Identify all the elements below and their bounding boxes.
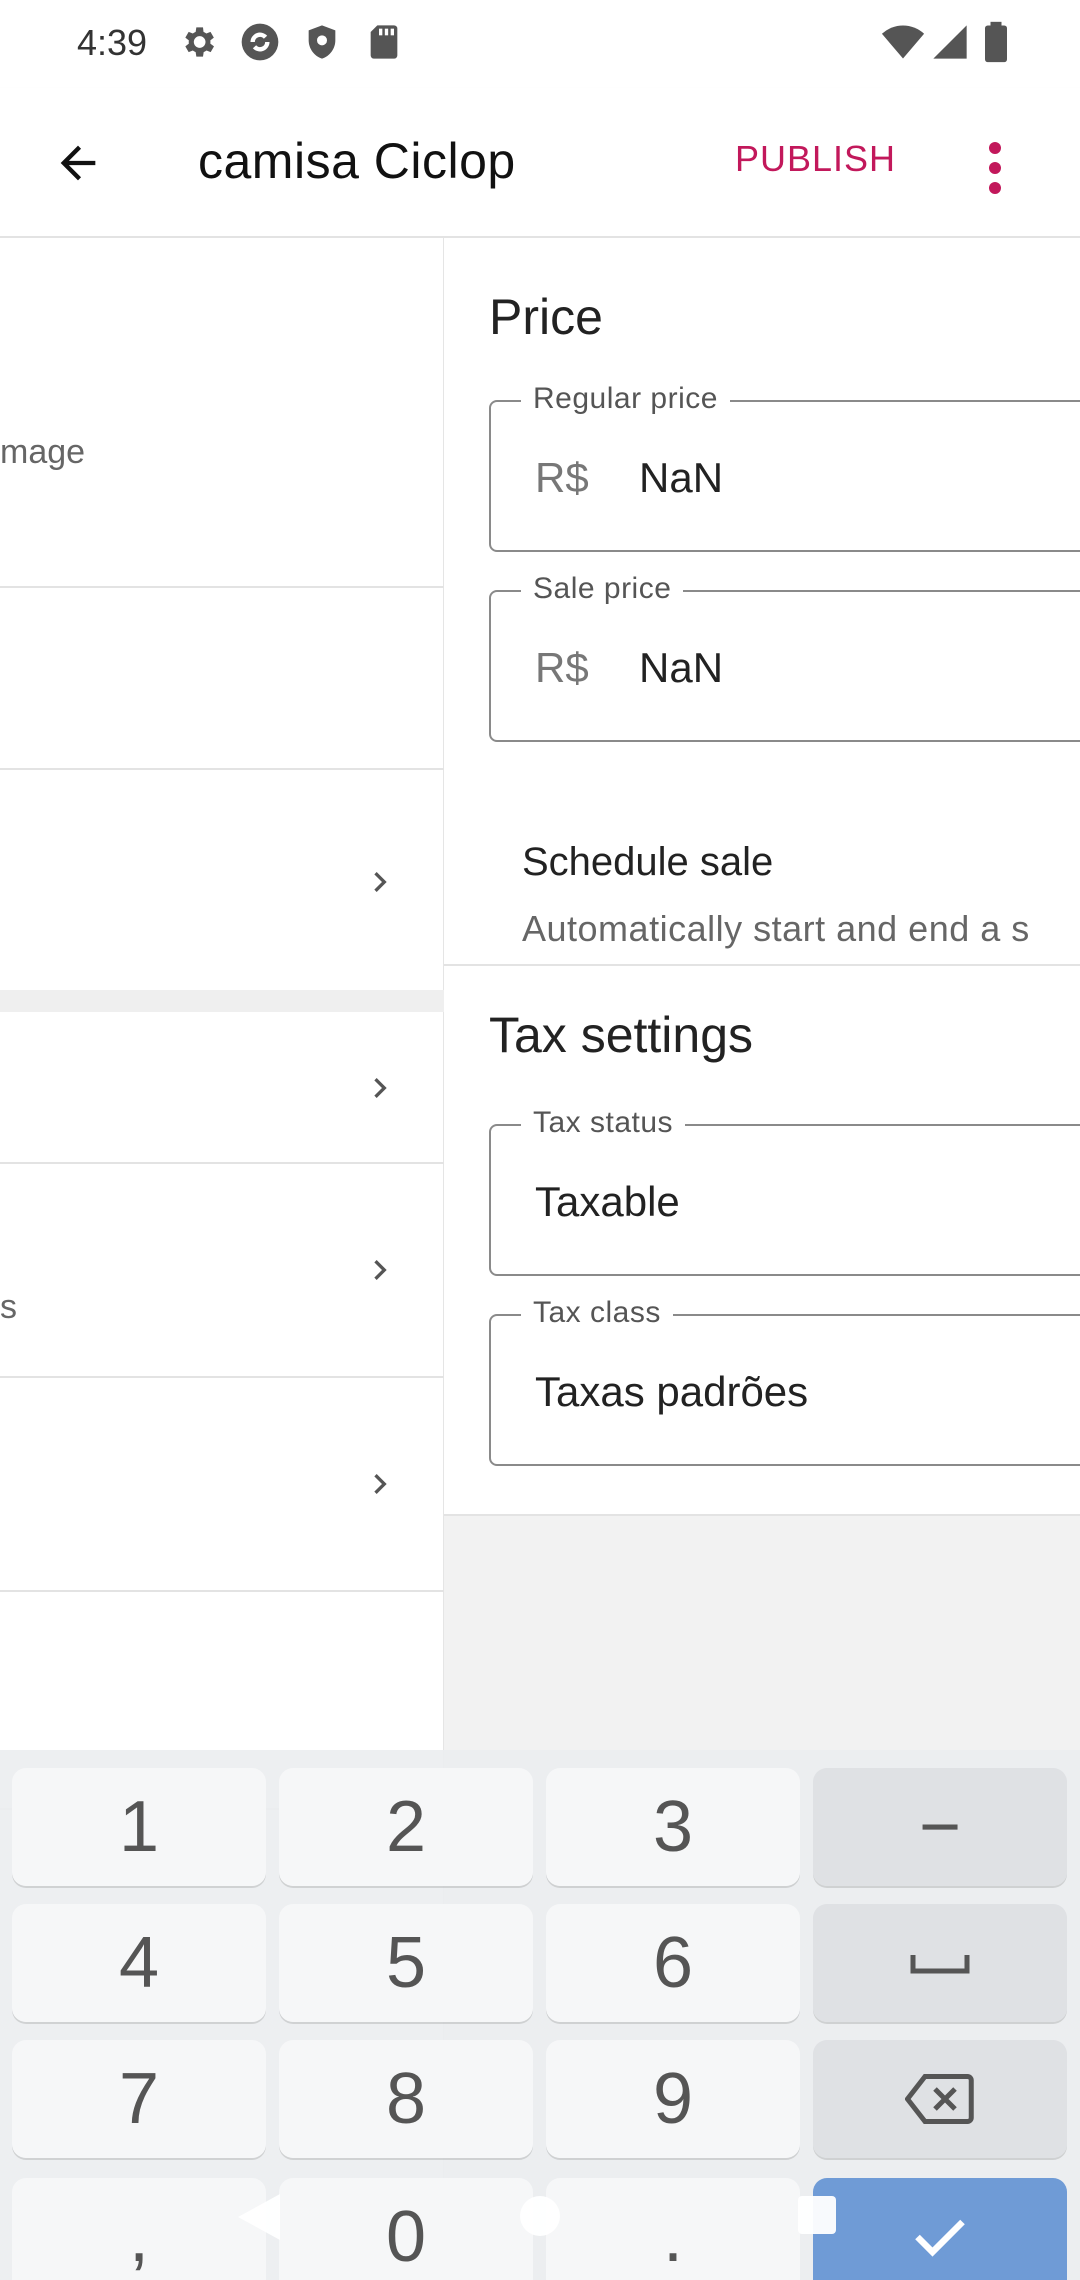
key-7[interactable]: 7 <box>12 2040 266 2158</box>
key-comma[interactable]: , <box>12 2178 266 2280</box>
cellular-icon <box>930 20 970 64</box>
tax-status-label: Tax status <box>521 1106 686 1140</box>
regular-price-input[interactable]: NaN <box>639 454 723 502</box>
key-9[interactable]: 9 <box>546 2040 800 2158</box>
chevron-right-icon <box>374 872 387 892</box>
schedule-sale-subtitle: Automatically start and end a s <box>522 908 1030 949</box>
key-done[interactable] <box>813 2178 1067 2280</box>
product-image-label: mage <box>0 433 86 471</box>
sale-price-input[interactable]: NaN <box>639 644 723 692</box>
page-title: camisa Ciclop <box>198 133 516 189</box>
tax-class-label: Tax class <box>521 1296 673 1330</box>
key-period[interactable]: . <box>546 2178 800 2280</box>
more-vert-icon <box>989 142 1001 154</box>
wifi-icon <box>880 20 926 64</box>
product-image-row[interactable]: mage <box>0 238 444 588</box>
sale-price-prefix: R$ <box>535 644 589 691</box>
nav-recents-icon[interactable] <box>796 2194 838 2236</box>
key-space[interactable] <box>813 1904 1067 2022</box>
chevron-right-icon <box>374 1474 387 1494</box>
arrow-back-icon <box>60 145 96 181</box>
price-card: Price Regular price R$ NaN Sale price R$… <box>444 238 1080 966</box>
status-bar: 4:39 <box>0 0 1080 88</box>
key-8[interactable]: 8 <box>279 2040 533 2158</box>
nav-back-icon[interactable] <box>236 2192 282 2242</box>
schedule-sale-toggle[interactable]: Schedule sale Automatically start and en… <box>444 778 1080 966</box>
tax-class-field[interactable]: Tax class Taxas padrões <box>489 1296 1080 1466</box>
key-2[interactable]: 2 <box>279 1768 533 1886</box>
categories-row[interactable] <box>0 1378 444 1592</box>
more-options-button[interactable] <box>960 128 1030 208</box>
schedule-sale-title: Schedule sale <box>522 840 774 884</box>
battery-icon <box>980 20 1020 64</box>
chevron-right-icon <box>374 1078 387 1098</box>
status-time: 4:39 <box>77 22 148 63</box>
shipping-row-label: s <box>0 1288 17 1326</box>
chevron-right-icon <box>374 1260 387 1280</box>
shield-icon <box>302 20 342 64</box>
inventory-row[interactable] <box>0 1012 444 1164</box>
key-3[interactable]: 3 <box>546 1768 800 1886</box>
tax-status-field[interactable]: Tax status Taxable <box>489 1106 1080 1276</box>
check-icon <box>915 2219 965 2257</box>
tax-card: Tax settings Tax status Taxable Tax clas… <box>444 966 1080 1516</box>
nav-home-icon[interactable] <box>518 2194 562 2238</box>
publish-button[interactable]: PUBLISH <box>735 138 896 180</box>
shipping-row[interactable]: s <box>0 1164 444 1378</box>
price-section-title: Price <box>489 289 603 345</box>
product-price-row[interactable] <box>0 770 444 990</box>
regular-price-prefix: R$ <box>535 454 589 501</box>
sale-price-label: Sale price <box>521 572 684 606</box>
settings-icon <box>178 20 218 64</box>
tax-status-value: Taxable <box>535 1178 680 1225</box>
key-backspace[interactable] <box>813 2040 1067 2158</box>
key-minus[interactable]: − <box>813 1768 1067 1886</box>
sd-card-icon <box>364 20 404 64</box>
key-0[interactable]: 0 <box>279 2178 533 2280</box>
space-icon <box>910 1955 970 1974</box>
tax-section-title: Tax settings <box>489 1007 754 1063</box>
back-button[interactable] <box>38 123 118 203</box>
regular-price-label: Regular price <box>521 382 730 416</box>
tax-class-value: Taxas padrões <box>535 1368 809 1415</box>
key-5[interactable]: 5 <box>279 1904 533 2022</box>
key-6[interactable]: 6 <box>546 1904 800 2022</box>
backspace-icon <box>905 2074 974 2124</box>
key-4[interactable]: 4 <box>12 1904 266 2022</box>
sale-price-field[interactable]: Sale price R$ NaN <box>489 572 1080 742</box>
regular-price-field[interactable]: Regular price R$ NaN <box>489 382 1080 552</box>
key-1[interactable]: 1 <box>12 1768 266 1886</box>
sync-icon <box>238 20 279 64</box>
section-divider <box>0 990 444 1012</box>
app-bar: camisa Ciclop PUBLISH <box>0 88 1080 238</box>
product-name-row[interactable] <box>0 588 444 770</box>
